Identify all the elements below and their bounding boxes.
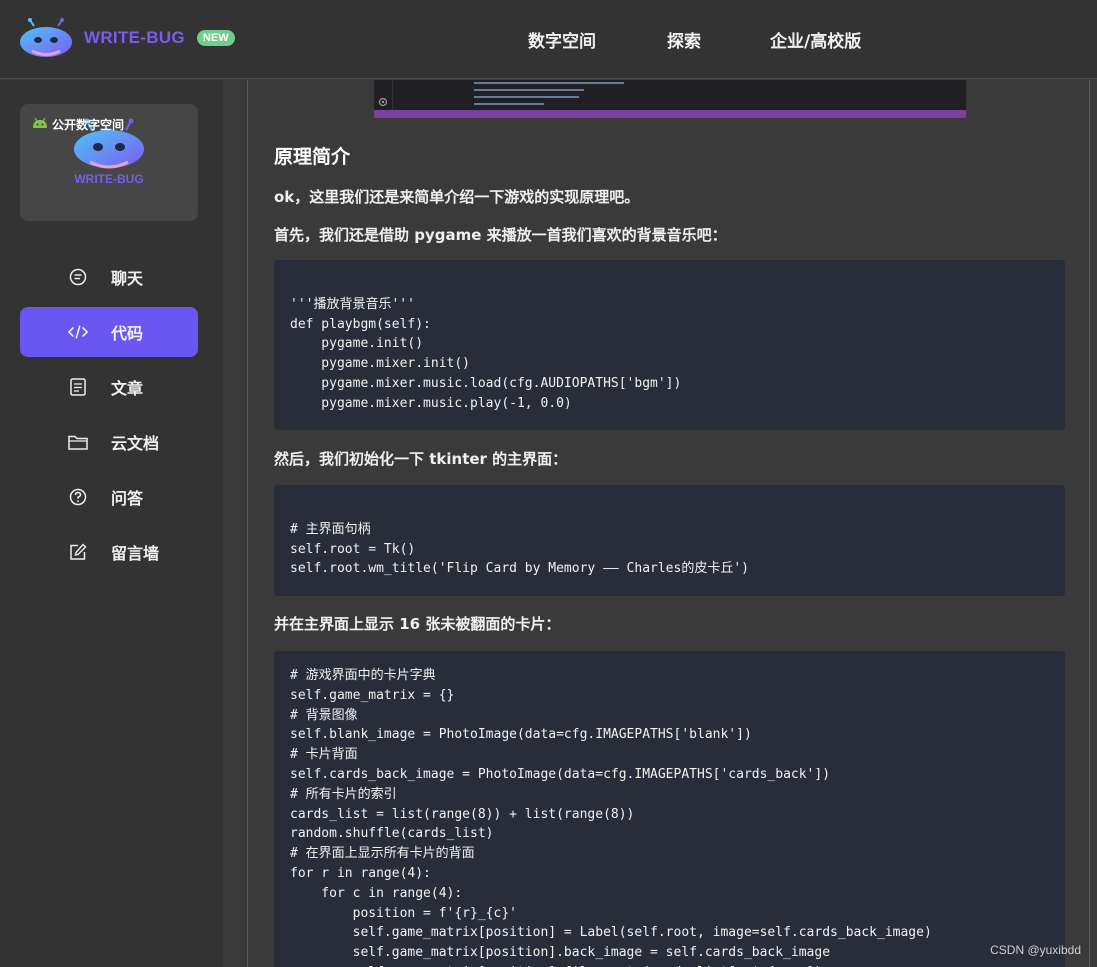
code-text: # 主界面句柄 self.root = Tk() self.root.wm_ti…	[290, 521, 749, 577]
sidebar-item-label: 云文档	[111, 434, 160, 453]
new-badge: NEW	[196, 30, 235, 46]
public-space-card[interactable]: 公开数字空间 WRITE-BUG	[20, 104, 198, 221]
paragraph: 然后，我们初始化一下 tkinter 的主界面：	[274, 450, 568, 468]
code-line	[474, 103, 544, 105]
edit-icon	[68, 542, 88, 562]
sidebar-item-chat[interactable]: 聊天	[20, 252, 198, 302]
folder-icon	[68, 432, 88, 452]
nav-enterprise[interactable]: 企业/高校版	[770, 27, 861, 52]
robot-logo-icon	[20, 18, 72, 58]
code-block[interactable]: # 游戏界面中的卡片字典 self.game_matrix = {} # 背景图…	[274, 651, 1065, 967]
sidebar-item-article[interactable]: 文章	[20, 362, 198, 412]
public-space-tag: 公开数字空间	[32, 116, 124, 133]
code-icon	[68, 322, 88, 342]
logo[interactable]: WRITE-BUG NEW	[20, 18, 235, 58]
sidebar-item-label: 代码	[111, 324, 144, 343]
article-icon	[68, 377, 88, 397]
code-line	[474, 96, 579, 98]
code-line	[474, 82, 624, 84]
code-text: # 游戏界面中的卡片字典 self.game_matrix = {} # 背景图…	[290, 668, 932, 967]
paragraph: 并在主界面上显示 16 张未被翻面的卡片：	[274, 615, 561, 633]
article-content: 原理简介 ok，这里我们还是来简单介绍一下游戏的实现原理吧。 首先，我们还是借助…	[247, 80, 1090, 967]
section-heading: 原理简介	[274, 146, 351, 168]
question-icon	[68, 487, 88, 507]
nav-explore[interactable]: 探索	[667, 27, 701, 52]
code-block[interactable]: '''播放背景音乐''' def playbgm(self): pygame.i…	[274, 260, 1065, 430]
sidebar-item-cloud-docs[interactable]: 云文档	[20, 417, 198, 467]
sidebar-item-qa[interactable]: 问答	[20, 472, 198, 522]
code-line	[474, 89, 584, 91]
space-brand: WRITE-BUG	[74, 172, 144, 186]
sidebar-item-code[interactable]: 代码	[20, 307, 198, 357]
sidebar-item-label: 文章	[111, 379, 144, 398]
editor-screenshot-image	[374, 80, 966, 118]
watermark: CSDN @yuxibdd	[990, 943, 1081, 957]
nav-digital-space[interactable]: 数字空间	[528, 27, 596, 52]
sidebar-item-label: 问答	[111, 489, 144, 508]
editor-gutter	[392, 80, 393, 110]
top-header: WRITE-BUG NEW 数字空间 探索 企业/高校版	[0, 0, 1097, 79]
sidebar-item-message-wall[interactable]: 留言墙	[20, 527, 198, 577]
settings-gear-icon	[378, 92, 388, 111]
editor-status-bar	[374, 110, 966, 118]
paragraph: ok，这里我们还是来简单介绍一下游戏的实现原理吧。	[274, 188, 640, 206]
sidebar-item-label: 聊天	[111, 269, 144, 288]
code-text: '''播放背景音乐''' def playbgm(self): pygame.i…	[290, 296, 682, 411]
android-icon	[32, 117, 48, 132]
paragraph: 首先，我们还是借助 pygame 来播放一首我们喜欢的背景音乐吧：	[274, 226, 727, 244]
brand-name: WRITE-BUG	[84, 28, 185, 47]
public-space-label: 公开数字空间	[52, 118, 125, 132]
chat-icon	[68, 267, 88, 287]
code-block[interactable]: # 主界面句柄 self.root = Tk() self.root.wm_ti…	[274, 485, 1065, 596]
sidebar: 公开数字空间 WRITE-BUG 聊天 代码 文章 云文档 问答 留言墙	[0, 80, 223, 967]
sidebar-item-label: 留言墙	[111, 544, 160, 563]
